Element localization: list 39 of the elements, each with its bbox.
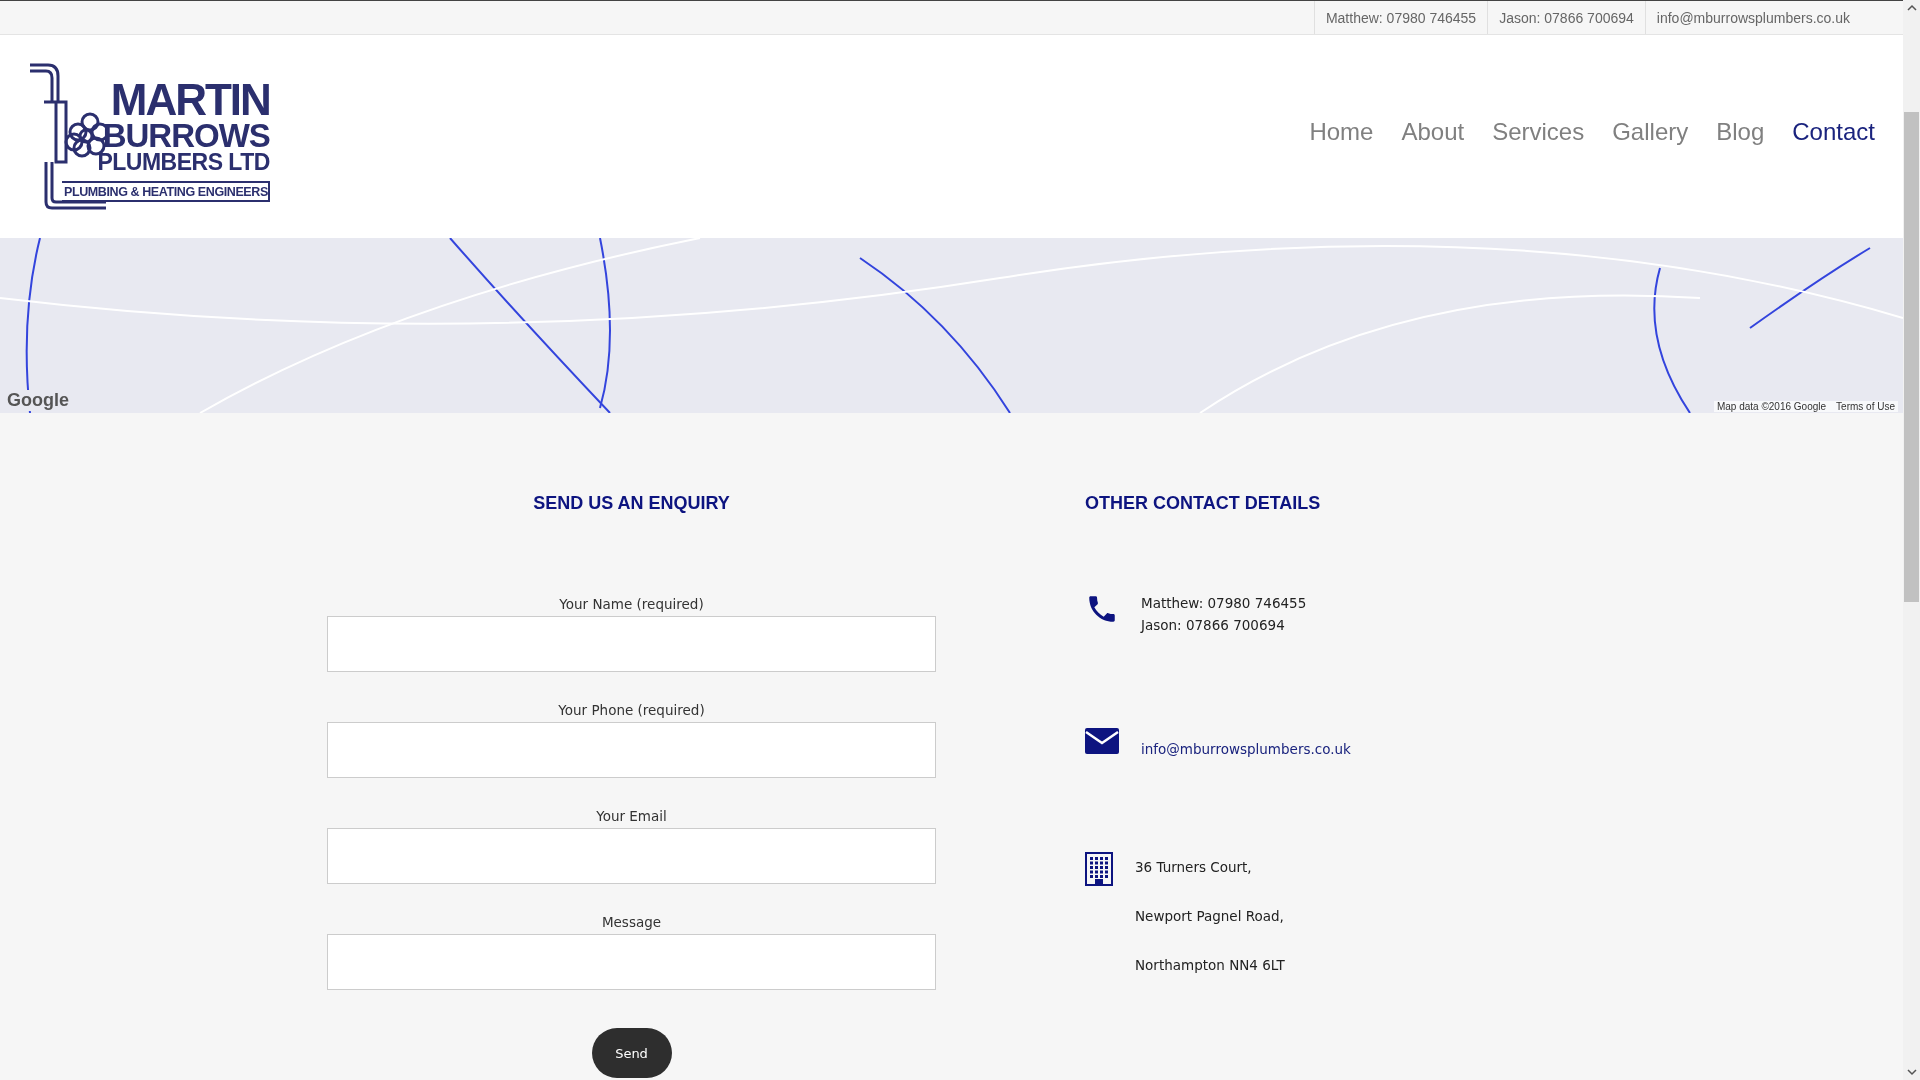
logo-text: PLUMBERS LTD	[97, 151, 270, 174]
input-field[interactable]	[327, 722, 936, 778]
map-logo: Google	[5, 390, 71, 411]
map-attribution: Map data ©2016 Google	[1716, 401, 1827, 412]
logo-tagline: PLUMBING & HEATING ENGINEERS	[62, 181, 270, 203]
top-bar-contact: Jason: 07866 700694	[1487, 1, 1645, 34]
caret-up-icon[interactable]	[1906, 4, 1917, 12]
nav-link[interactable]: About	[1401, 117, 1465, 146]
field-label: Your Email	[596, 808, 667, 824]
section-heading: SEND US AN ENQUIRY	[533, 493, 730, 514]
logo-text: MARTIN	[110, 78, 270, 121]
contact-text: Northampton NN4 6LT	[1135, 956, 1285, 975]
contact-text: Matthew: 07980 746455	[1141, 594, 1307, 613]
logo-text: BURROWS	[102, 120, 270, 152]
scrollbar[interactable]	[1903, 0, 1920, 1080]
email-link[interactable]: info@mburrowsplumbers.co.uk	[1141, 738, 1351, 760]
nav-link[interactable]: Gallery	[1612, 117, 1689, 146]
nav-link[interactable]: Contact	[1792, 117, 1875, 146]
nav-link[interactable]: Home	[1309, 117, 1374, 146]
input-field[interactable]	[327, 616, 936, 672]
terms-link[interactable]: Terms of Use	[1836, 401, 1895, 412]
section-heading: OTHER CONTACT DETAILS	[1085, 493, 1322, 514]
map-placeholder[interactable]: Google Map data ©2016 Google Terms of Use	[0, 238, 1903, 413]
nav-link[interactable]: Blog	[1716, 117, 1765, 146]
top-bar-contact: Matthew: 07980 746455	[1313, 1, 1488, 34]
contact-text: 36 Turners Court,	[1135, 858, 1253, 877]
input-field[interactable]	[327, 934, 936, 990]
contact-text: Jason: 07866 700694	[1141, 616, 1286, 635]
field-label: Your Phone (required)	[558, 702, 705, 718]
send-button[interactable]: Send	[591, 1028, 672, 1078]
contact-text: Newport Pagnel Road,	[1135, 907, 1285, 926]
nav-link[interactable]: Services	[1492, 117, 1585, 146]
field-label: Message	[601, 914, 662, 930]
building-icon	[1085, 852, 1113, 886]
top-bar-contact: info@mburrowsplumbers.co.uk	[1644, 1, 1861, 34]
field-label: Your Name (required)	[559, 596, 704, 612]
caret-down-icon[interactable]	[1906, 1068, 1917, 1076]
input-field[interactable]	[327, 828, 936, 884]
envelope-icon	[1085, 728, 1119, 754]
